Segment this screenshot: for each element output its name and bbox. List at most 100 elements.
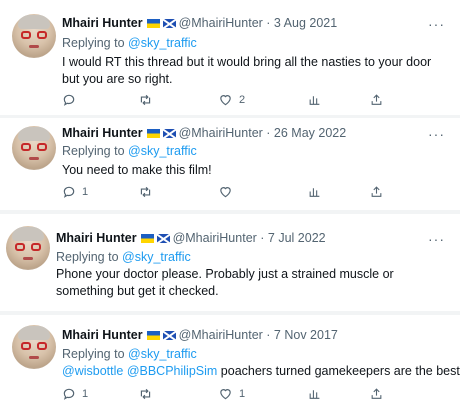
avatar[interactable] bbox=[12, 14, 56, 58]
tweet-header: Mhairi Hunter @MhairiHunter · 26 May 2022 bbox=[62, 126, 346, 140]
tweet-1[interactable]: Mhairi Hunter @MhairiHunter · 3 Aug 2021 … bbox=[0, 0, 460, 115]
replying-to: Replying to @sky_traffic bbox=[62, 347, 197, 361]
ukraine-flag-icon bbox=[146, 129, 160, 138]
user-handle[interactable]: @MhairiHunter bbox=[179, 16, 263, 30]
like-icon bbox=[220, 95, 231, 106]
like-count: 1 bbox=[239, 388, 246, 400]
user-handle[interactable]: @MhairiHunter bbox=[173, 231, 257, 245]
avatar-glasses bbox=[21, 342, 47, 351]
tweet-actions: 1 1 bbox=[62, 387, 392, 403]
retweet-button[interactable] bbox=[138, 93, 159, 107]
replying-to-mention[interactable]: @sky_traffic bbox=[128, 347, 197, 361]
reply-icon bbox=[63, 94, 75, 106]
like-button[interactable]: 1 bbox=[218, 387, 245, 401]
reply-icon bbox=[63, 186, 75, 198]
reply-button[interactable]: 1 bbox=[62, 387, 88, 401]
user-handle[interactable]: @MhairiHunter bbox=[179, 126, 263, 140]
like-icon bbox=[220, 389, 231, 400]
retweet-icon bbox=[140, 388, 151, 400]
display-name[interactable]: Mhairi Hunter bbox=[62, 328, 143, 342]
mention-link[interactable]: @wisbottle bbox=[62, 364, 123, 378]
replying-to-mention[interactable]: @sky_traffic bbox=[128, 36, 197, 50]
tweet-date[interactable]: · 26 May 2022 bbox=[266, 126, 346, 140]
avatar-hair bbox=[18, 326, 50, 340]
tweet-4[interactable]: Mhairi Hunter @MhairiHunter · 7 Nov 2017 … bbox=[0, 315, 460, 405]
like-count: 2 bbox=[239, 94, 246, 106]
avatar-glasses bbox=[21, 143, 47, 152]
replying-to-label: Replying to bbox=[56, 250, 123, 264]
tweet-3[interactable]: Mhairi Hunter @MhairiHunter · 7 Jul 2022 … bbox=[0, 214, 460, 311]
analytics-icon bbox=[309, 96, 320, 105]
replying-to-mention[interactable]: @sky_traffic bbox=[128, 144, 197, 158]
tweet-header: Mhairi Hunter @MhairiHunter · 3 Aug 2021 bbox=[62, 16, 337, 30]
ukraine-flag-icon bbox=[140, 234, 154, 243]
tweet-text: @wisbottle @BBCPhilipSim poachers turned… bbox=[62, 363, 460, 380]
tweet-2[interactable]: Mhairi Hunter @MhairiHunter · 26 May 2022… bbox=[0, 118, 460, 210]
mention-link[interactable]: @BBCPhilipSim bbox=[127, 364, 218, 378]
avatar-glasses bbox=[15, 243, 41, 252]
like-button[interactable] bbox=[218, 185, 239, 199]
avatar-mouth bbox=[23, 257, 33, 260]
replying-to: Replying to @sky_traffic bbox=[62, 36, 197, 50]
reply-count: 1 bbox=[82, 388, 89, 400]
tweet-text: I would RT this thread but it would brin… bbox=[62, 55, 432, 86]
avatar-mouth bbox=[29, 157, 39, 160]
replying-to-mention[interactable]: @sky_traffic bbox=[122, 250, 191, 264]
share-icon bbox=[371, 94, 382, 105]
avatar[interactable] bbox=[12, 126, 56, 170]
display-name[interactable]: Mhairi Hunter bbox=[62, 126, 143, 140]
analytics-icon bbox=[309, 188, 320, 197]
like-icon bbox=[220, 187, 231, 198]
replying-to-label: Replying to bbox=[62, 144, 129, 158]
scotland-flag-icon bbox=[156, 234, 170, 243]
analytics-button[interactable] bbox=[308, 185, 321, 199]
tweet-text-rest: poachers turned gamekeepers are the best bbox=[217, 364, 460, 378]
share-button[interactable] bbox=[370, 93, 383, 107]
more-icon[interactable]: ··· bbox=[428, 232, 445, 246]
tweet-actions: 1 bbox=[62, 185, 392, 201]
replying-to-label: Replying to bbox=[62, 36, 129, 50]
avatar-mouth bbox=[29, 45, 39, 48]
retweet-button[interactable] bbox=[138, 185, 159, 199]
tweet-date[interactable]: · 7 Nov 2017 bbox=[266, 328, 338, 342]
retweet-button[interactable] bbox=[138, 387, 159, 401]
retweet-icon bbox=[140, 186, 151, 198]
share-icon bbox=[371, 388, 382, 399]
tweet-date[interactable]: · 3 Aug 2021 bbox=[266, 16, 337, 30]
replying-to-label: Replying to bbox=[62, 347, 129, 361]
reply-button[interactable] bbox=[62, 93, 82, 107]
ukraine-flag-icon bbox=[146, 331, 160, 340]
share-button[interactable] bbox=[370, 185, 383, 199]
replying-to: Replying to @sky_traffic bbox=[62, 144, 197, 158]
like-button[interactable]: 2 bbox=[218, 93, 245, 107]
scotland-flag-icon bbox=[162, 331, 176, 340]
reply-icon bbox=[63, 388, 75, 400]
avatar-hair bbox=[18, 127, 50, 141]
share-icon bbox=[371, 186, 382, 197]
analytics-icon bbox=[309, 390, 320, 399]
tweet-date[interactable]: · 7 Jul 2022 bbox=[260, 231, 325, 245]
reply-count: 1 bbox=[82, 186, 89, 198]
avatar[interactable] bbox=[12, 325, 56, 369]
tweet-header: Mhairi Hunter @MhairiHunter · 7 Jul 2022 bbox=[56, 231, 326, 245]
retweet-icon bbox=[140, 94, 151, 106]
display-name[interactable]: Mhairi Hunter bbox=[56, 231, 137, 245]
avatar-hair bbox=[18, 15, 50, 29]
ukraine-flag-icon bbox=[146, 19, 160, 28]
display-name[interactable]: Mhairi Hunter bbox=[62, 16, 143, 30]
analytics-button[interactable] bbox=[308, 387, 321, 401]
share-button[interactable] bbox=[370, 387, 383, 401]
tweet-text: Phone your doctor please. Probably just … bbox=[56, 267, 394, 298]
more-icon[interactable]: ··· bbox=[428, 17, 445, 31]
replying-to: Replying to @sky_traffic bbox=[56, 250, 191, 264]
scotland-flag-icon bbox=[162, 129, 176, 138]
analytics-button[interactable] bbox=[308, 93, 321, 107]
user-handle[interactable]: @MhairiHunter bbox=[179, 328, 263, 342]
tweet-text: You need to make this film! bbox=[62, 163, 212, 177]
avatar-mouth bbox=[29, 356, 39, 359]
reply-button[interactable]: 1 bbox=[62, 185, 88, 199]
tweet-actions: 2 bbox=[62, 93, 392, 109]
avatar[interactable] bbox=[6, 226, 50, 270]
more-icon[interactable]: ··· bbox=[428, 127, 445, 141]
avatar-hair bbox=[12, 227, 44, 241]
